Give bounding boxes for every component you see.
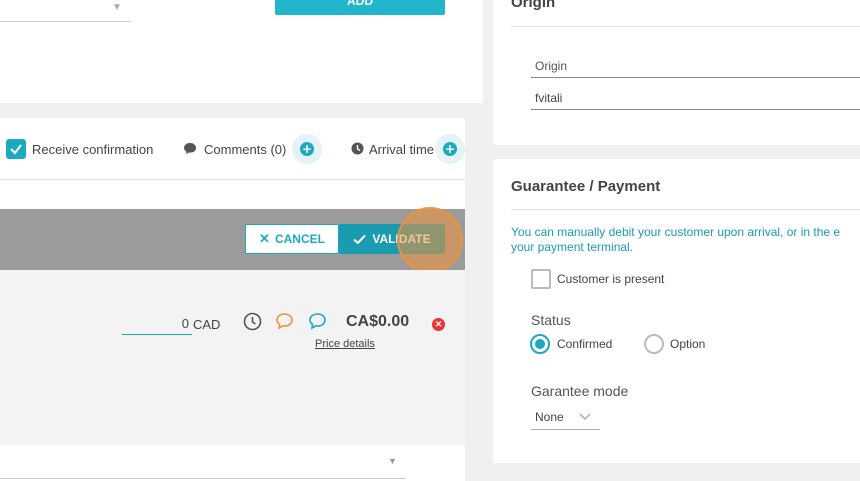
origin-field-label: Origin [535,59,568,73]
comments-label[interactable]: Comments (0) [204,142,286,157]
chevron-down-icon: ▼ [388,456,397,466]
check-icon [353,234,367,244]
garantee-mode-label: Garantee mode [531,383,629,399]
divider [0,179,465,180]
arrival-time-label[interactable]: Arrival time [369,142,434,157]
bottom-select[interactable]: ▼ [0,445,406,479]
status-option-radio[interactable] [644,334,664,354]
origin-input[interactable]: fvitali [531,85,860,110]
cancel-label: CANCEL [274,232,325,246]
status-confirmed-radio[interactable] [530,334,550,354]
add-comment-button[interactable]: + [292,134,322,164]
clock-icon[interactable] [243,312,262,336]
receive-confirmation-label: Receive confirmation [32,142,154,157]
origin-value: fvitali [535,91,563,105]
guarantee-panel: Guarantee / Payment You can manually deb… [493,159,860,463]
guarantee-info-line1: You can manually debit your customer upo… [511,225,841,239]
top-form-panel: ▼ ADD [0,0,483,103]
check-icon [10,144,22,155]
options-panel: Receive confirmation Comments (0) + Arri… [0,118,465,481]
customer-present-checkbox[interactable] [531,269,551,289]
select-field[interactable]: ▼ [0,0,130,22]
status-confirmed-label: Confirmed [557,337,613,351]
customer-present-label: Customer is present [557,272,665,286]
add-button[interactable]: ADD [275,0,445,15]
origin-title: Origin [511,0,556,11]
comment-icon [183,142,197,160]
cancel-button[interactable]: ✕ CANCEL [245,224,339,254]
chat-blue-icon[interactable] [308,312,327,335]
remove-icon[interactable]: ✕ [432,318,445,331]
plus-icon: + [443,142,457,156]
total-price: CA$0.00 [346,313,410,330]
garantee-mode-value: None [535,410,564,424]
origin-panel: Origin Origin fvitali [493,0,860,145]
garantee-mode-select[interactable]: None [531,408,600,430]
chevron-down-icon [579,413,591,421]
currency-label: CAD [193,317,221,332]
clock-icon [351,142,364,160]
receive-confirmation-checkbox[interactable] [6,139,26,159]
divider [511,209,860,210]
plus-icon: + [300,142,314,156]
divider [511,26,860,27]
status-option-label: Option [670,337,706,351]
add-arrival-time-button[interactable]: + [435,134,465,164]
click-indicator [397,207,463,273]
guarantee-title: Guarantee / Payment [511,178,661,195]
status-label: Status [531,312,571,328]
guarantee-info-line2: your payment terminal. [511,240,634,254]
amount-value: 0 [181,316,189,331]
action-bar: ✕ CANCEL VALIDATE [0,207,465,273]
chevron-down-icon: ▼ [112,2,122,13]
price-row: 0 CAD CA$0.00 Price details ✕ [0,270,465,445]
close-icon: ✕ [259,231,270,246]
price-details-link[interactable]: Price details [315,338,375,350]
amount-input[interactable]: 0 [122,312,192,335]
add-button-label: ADD [347,0,373,8]
origin-label-line [531,77,860,78]
chat-orange-icon[interactable] [275,312,294,335]
